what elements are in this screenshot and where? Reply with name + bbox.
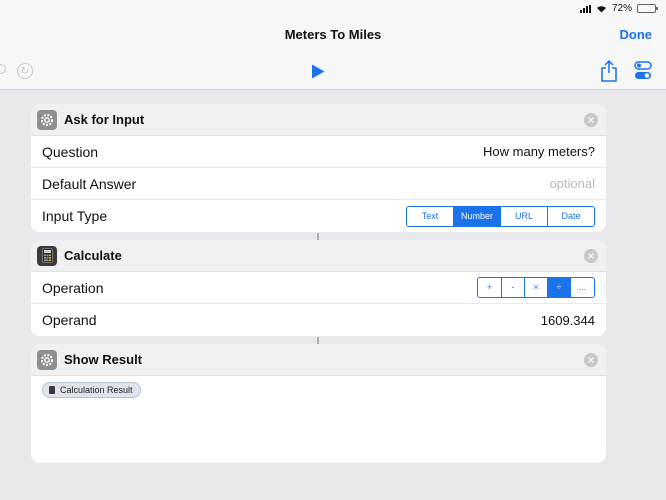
operation-row: Operation + - × ÷ ... bbox=[31, 272, 606, 304]
card-title: Calculate bbox=[64, 248, 122, 263]
battery-percent: 72% bbox=[611, 3, 632, 14]
question-row[interactable]: Question How many meters? bbox=[31, 136, 606, 168]
show-result-card[interactable]: Show Result Calculation Result bbox=[31, 344, 606, 463]
share-icon[interactable] bbox=[600, 60, 618, 82]
segment-divide[interactable]: ÷ bbox=[547, 278, 570, 297]
segment-number[interactable]: Number bbox=[453, 206, 500, 226]
done-button[interactable]: Done bbox=[620, 27, 653, 42]
default-answer-field[interactable]: optional bbox=[549, 176, 595, 191]
variable-label: Calculation Result bbox=[60, 385, 133, 395]
toggles-icon[interactable] bbox=[634, 61, 652, 81]
card-header: Show Result bbox=[31, 344, 606, 376]
page-title: Meters To Miles bbox=[284, 27, 382, 42]
status-bar: 72% bbox=[579, 3, 658, 14]
calculation-result-variable[interactable]: Calculation Result bbox=[42, 382, 141, 398]
input-type-row: Input Type Text Number URL Date bbox=[31, 200, 606, 232]
card-header: Ask for Input bbox=[31, 104, 606, 136]
operation-segmented-control: + - × ÷ ... bbox=[477, 277, 595, 298]
operand-row[interactable]: Operand 1609.344 bbox=[31, 304, 606, 336]
battery-icon bbox=[637, 4, 658, 13]
operand-field[interactable]: 1609.344 bbox=[541, 313, 595, 328]
gear-icon bbox=[37, 349, 57, 370]
top-bar: 72% Meters To Miles Done ↻ bbox=[0, 0, 666, 90]
segment-minus[interactable]: - bbox=[501, 278, 524, 297]
input-type-label: Input Type bbox=[42, 208, 108, 224]
calculate-card[interactable]: Calculate Operation + - × ÷ ... Operand … bbox=[31, 240, 606, 336]
segment-multiply[interactable]: × bbox=[524, 278, 547, 297]
close-icon[interactable] bbox=[584, 113, 598, 127]
card-title: Show Result bbox=[64, 352, 143, 367]
calculator-icon bbox=[37, 245, 57, 266]
undo-icon[interactable] bbox=[0, 64, 6, 74]
close-icon[interactable] bbox=[584, 353, 598, 367]
ask-for-input-card[interactable]: Ask for Input Question How many meters? … bbox=[31, 104, 606, 232]
segment-text[interactable]: Text bbox=[407, 207, 453, 226]
default-answer-label: Default Answer bbox=[42, 175, 137, 192]
calculator-icon bbox=[49, 386, 55, 394]
segment-plus[interactable]: + bbox=[478, 278, 501, 297]
segment-more[interactable]: ... bbox=[570, 278, 594, 297]
card-title: Ask for Input bbox=[64, 112, 145, 127]
wifi-icon bbox=[596, 5, 606, 12]
gear-icon bbox=[37, 109, 57, 130]
question-label: Question bbox=[42, 143, 99, 160]
card-header: Calculate bbox=[31, 240, 606, 272]
play-icon[interactable] bbox=[311, 64, 325, 79]
segment-url[interactable]: URL bbox=[500, 206, 547, 226]
operation-label: Operation bbox=[42, 279, 104, 296]
segment-date[interactable]: Date bbox=[547, 206, 594, 226]
default-answer-row[interactable]: Default Answer optional bbox=[31, 168, 606, 200]
close-icon[interactable] bbox=[584, 249, 598, 263]
question-field[interactable]: How many meters? bbox=[483, 144, 595, 159]
signal-icon bbox=[579, 4, 591, 13]
operand-label: Operand bbox=[42, 312, 97, 328]
input-type-segmented-control: Text Number URL Date bbox=[406, 205, 595, 227]
redo-icon[interactable]: ↻ bbox=[17, 63, 33, 79]
